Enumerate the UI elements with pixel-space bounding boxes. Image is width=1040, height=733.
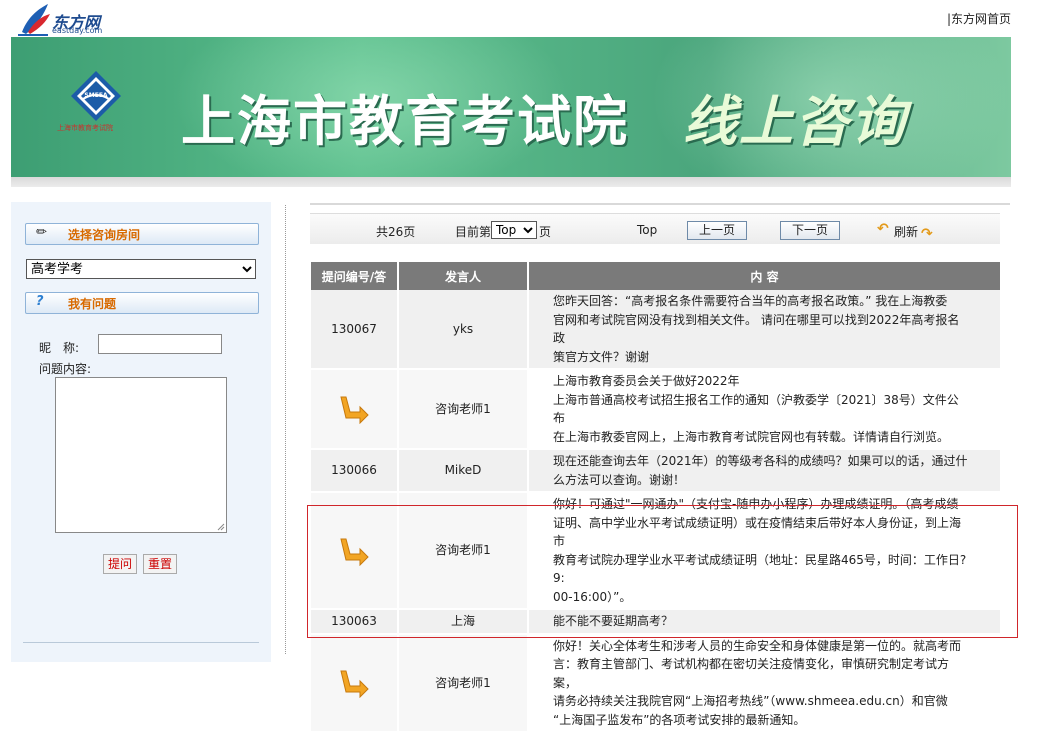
message-table: 提问编号/答 发言人 内 容 130067 yks 您昨天回答：“高考报名条件需要符… <box>311 262 1000 733</box>
next-page-button[interactable]: 下一页 <box>780 221 840 240</box>
column-divider <box>285 205 286 654</box>
answer-row: 咨询老师1 上海市教育委员会关于做好2022年 上海市普通高校考试招生报名工作的通知… <box>311 369 1000 450</box>
speaker-name: MikeD <box>398 449 529 493</box>
content-line: 在上海市教委官网上，上海市教育考试院官网也有转载。详情请自行浏览。 <box>553 429 950 444</box>
banner-subtitle: 线上咨询 <box>683 90 907 153</box>
question-heading-label: 我有问题 <box>68 297 117 311</box>
highlight-box <box>307 505 1018 638</box>
question-id: 130067 <box>311 290 399 370</box>
eastday-logo-icon <box>18 4 50 36</box>
speaker-name: yks <box>398 290 529 370</box>
page-position: Top <box>637 223 658 237</box>
page-banner: SMEEA 上海市教育考试院 上海市教育考试院 线上咨询 <box>11 37 1011 177</box>
question-textarea[interactable] <box>55 377 227 533</box>
content-line: 么方法可以查询。谢谢！ <box>553 472 686 487</box>
reply-arrow-cell <box>311 369 399 450</box>
total-pages: 共26页 <box>376 225 416 239</box>
question-row: 130066 MikeD 现在还能查询去年（2021年）的等级考各科的成绩吗？如果可… <box>311 449 1000 493</box>
header-speaker: 发言人 <box>398 262 529 290</box>
current-page-prefix: 目前第 <box>455 225 492 239</box>
current-page-suffix: 页 <box>539 225 552 239</box>
smeea-emblem-icon: SMEEA <box>71 71 121 121</box>
prev-page-button[interactable]: 上一页 <box>687 221 747 240</box>
question-mark-icon: ? <box>36 294 44 309</box>
content-line: 上海市教育委员会关于做好2022年 <box>553 374 740 388</box>
answer-row: 咨询老师1 你好！关心全体考生和涉考人员的生命安全和身体健康是第一位的。就高考而言… <box>311 633 1000 733</box>
top-bar: 东方网 eastday.com |东方网首页 <box>0 0 1040 36</box>
content-line: 请务必持续关注我院官网“上海招考热线”（www.shmeea.edu.cn）和官… <box>553 694 948 708</box>
reply-arrow-cell <box>311 633 399 733</box>
content-line: “上海国子监发布”的各项考试安排的最新通知。 <box>553 712 806 727</box>
question-row: 130067 yks 您昨天回答：“高考报名条件需要符合当年的高考报名政策。” 我在… <box>311 290 1000 370</box>
question-heading: ? 我有问题 <box>25 292 259 314</box>
resize-grip-icon[interactable] <box>217 523 225 531</box>
eastday-home-link[interactable]: 东方网首页 <box>951 12 1011 26</box>
sidebar: ✏ 选择咨询房间 高考学考 ? 我有问题 昵 称: 问题内容: 提问 重置 <box>11 202 271 662</box>
room-heading: ✏ 选择咨询房间 <box>25 223 259 245</box>
sidebar-divider <box>23 642 259 643</box>
top-links: |东方网首页 <box>947 10 1011 27</box>
table-header-row: 提问编号/答 发言人 内 容 <box>311 262 1000 290</box>
message-content: 上海市教育委员会关于做好2022年上海市普通高校考试招生报名工作的通知（沪教委学… <box>528 369 1000 450</box>
pager-toolbar: 共26页 目前第 页 Top 刷新 <box>310 213 1000 244</box>
content-line: 您昨天回答：“高考报名条件需要符合当年的高考报名政策。” 我在上海教委 <box>553 294 948 308</box>
message-content: 你好！关心全体考生和涉考人员的生命安全和身体健康是第一位的。就高考而言：教育主管… <box>528 633 1000 733</box>
reset-button[interactable]: 重置 <box>143 554 178 574</box>
message-content: 您昨天回答：“高考报名条件需要符合当年的高考报名政策。” 我在上海教委官网和考试… <box>528 290 1000 370</box>
refresh-right-icon[interactable]: ↷ <box>921 226 933 242</box>
main-top-line <box>310 203 1010 205</box>
speaker-name: 咨询老师1 <box>398 369 529 450</box>
page-select[interactable]: Top <box>491 221 537 239</box>
logo-subtext: eastday.com <box>52 26 103 35</box>
emblem-caption: 上海市教育考试院 <box>57 124 113 132</box>
content-line: 你好！关心全体考生和涉考人员的生命安全和身体健康是第一位的。就高考而 <box>553 638 962 653</box>
header-content: 内 容 <box>528 262 1000 290</box>
content-line: 官网和考试院官网没有找到相关文件。 请问在哪里可以找到2022年高考报名政 <box>553 312 960 346</box>
banner-title: 上海市教育考试院 <box>181 90 629 153</box>
emblem-abbr: SMEEA <box>84 92 107 99</box>
content-line: 现在还能查询去年（2021年）的等级考各科的成绩吗？如果可以的话，通过什 <box>553 454 968 468</box>
banner-bottom-strip <box>11 177 1011 187</box>
nickname-input[interactable] <box>98 334 222 354</box>
reply-arrow-icon <box>340 396 369 424</box>
speaker-name: 咨询老师1 <box>398 633 529 733</box>
refresh-left-icon[interactable]: ↶ <box>877 221 889 237</box>
refresh-label[interactable]: 刷新 <box>894 223 918 240</box>
reply-arrow-icon <box>340 670 369 698</box>
submit-question-button[interactable]: 提问 <box>103 554 138 574</box>
room-heading-label: 选择咨询房间 <box>68 228 141 242</box>
pencil-icon: ✏ <box>36 225 47 240</box>
header-id: 提问编号/答 <box>311 262 399 290</box>
question-content-label: 问题内容: <box>39 362 92 376</box>
content-line: 上海市普通高校考试招生报名工作的通知（沪教委学〔2021〕38号）文件公布 <box>553 392 959 426</box>
content-line: 言：教育主管部门、考试机构都在密切关注疫情变化，审慎研究制定考试方案， <box>553 657 950 690</box>
question-id: 130066 <box>311 449 399 493</box>
message-content: 现在还能查询去年（2021年）的等级考各科的成绩吗？如果可以的话，通过什 么方法可… <box>528 449 1000 493</box>
room-select[interactable]: 高考学考 <box>26 259 256 279</box>
nickname-label: 昵 称: <box>39 341 80 355</box>
eastday-logo[interactable]: 东方网 eastday.com <box>18 2 118 36</box>
content-line: 策官方文件？谢谢 <box>553 349 650 364</box>
